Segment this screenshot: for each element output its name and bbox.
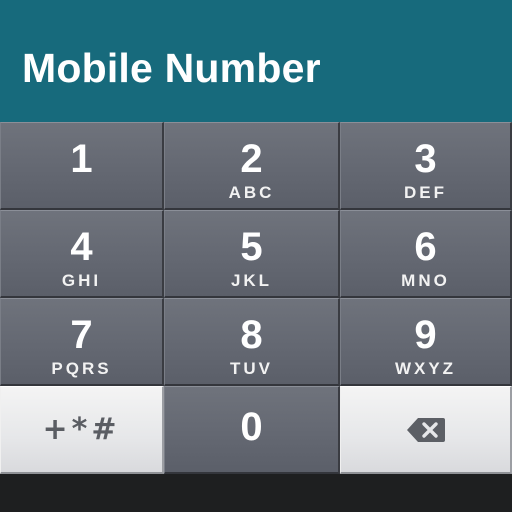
key-digit: 7 bbox=[70, 313, 93, 357]
symbols-key[interactable]: +*# bbox=[0, 386, 164, 474]
key-digit: 4 bbox=[70, 225, 93, 269]
key-1[interactable]: 1 bbox=[0, 122, 164, 210]
key-5[interactable]: 5 JKL bbox=[164, 210, 340, 298]
key-digit: 9 bbox=[414, 313, 437, 357]
key-digit: 3 bbox=[414, 137, 437, 181]
key-digit: 0 bbox=[240, 405, 263, 449]
key-letters: TUV bbox=[230, 359, 273, 378]
app-header: Mobile Number bbox=[0, 0, 512, 122]
key-letters: GHI bbox=[61, 271, 102, 290]
key-digit: 5 bbox=[240, 225, 263, 269]
backspace-key[interactable] bbox=[340, 386, 512, 474]
symbols-label: +*# bbox=[42, 412, 121, 447]
key-3[interactable]: 3 DEF bbox=[340, 122, 512, 210]
key-8[interactable]: 8 TUV bbox=[164, 298, 340, 386]
key-9[interactable]: 9 WXYZ bbox=[340, 298, 512, 386]
key-7[interactable]: 7 PQRS bbox=[0, 298, 164, 386]
key-0[interactable]: 0 bbox=[164, 386, 340, 474]
key-4[interactable]: 4 GHI bbox=[0, 210, 164, 298]
backspace-icon bbox=[406, 418, 445, 442]
key-letters: PQRS bbox=[51, 359, 112, 378]
number-keypad: 1 2 ABC 3 DEF 4 GHI 5 JKL 6 MNO 7 PQRS 8 bbox=[0, 122, 512, 474]
key-digit: 6 bbox=[414, 225, 437, 269]
key-6[interactable]: 6 MNO bbox=[340, 210, 512, 298]
key-digit: 8 bbox=[240, 313, 263, 357]
key-letters: WXYZ bbox=[394, 359, 457, 378]
key-letters: ABC bbox=[228, 183, 275, 202]
key-letters: DEF bbox=[404, 183, 447, 202]
key-digit: 1 bbox=[70, 137, 93, 181]
page-title: Mobile Number bbox=[22, 45, 321, 91]
key-letters: JKL bbox=[230, 271, 273, 290]
bottom-bar bbox=[0, 474, 512, 512]
key-digit: 2 bbox=[240, 137, 263, 181]
dialer-screen: Mobile Number 1 2 ABC 3 DEF 4 GHI 5 JKL … bbox=[0, 0, 512, 512]
key-letters: MNO bbox=[401, 271, 450, 290]
key-2[interactable]: 2 ABC bbox=[164, 122, 340, 210]
